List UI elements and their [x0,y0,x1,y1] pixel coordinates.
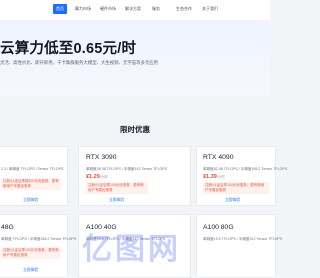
card-gpu-name: RTX 3090 [86,154,117,161]
card-spec: 单精度82.58 TFLOPS / 半精度165.2 Tensor TFLOPS [203,167,288,171]
card-coupon-note: 注册/认证后享100元优惠券，更有新用户专属优惠券 [86,182,148,194]
nav-item-hardware-market[interactable]: 硬件市场 [100,6,116,12]
card-gpu-name: 48G [1,224,14,231]
nav-item-home[interactable]: 首页 [53,4,67,14]
deal-card-a100-80g[interactable]: A100 80G 单精度19.5 TFLOPS / 半精度312 Tensor … [196,214,282,278]
top-nav: 首页 算力市场 硬件市场 解决方案 服务 生态合作 关于我们 [0,0,270,21]
hero-title: 云算力低至0.65元/时 [0,41,137,57]
deals-title: 限时优惠 [120,125,150,134]
card-spec: 单精度 TFLOPS / 半精度165.2 Tensor TFLOPS [1,237,77,241]
nav-item-about[interactable]: 关于我们 [202,6,218,12]
try-now-button[interactable]: 立即体验 [225,198,240,203]
nav-item-solutions[interactable]: 解决方案 [125,6,141,12]
try-now-button[interactable]: 立即体验 [109,198,124,203]
deal-card-4[interactable]: 48G 单精度 TFLOPS / 半精度165.2 Tensor TFLOPS … [0,214,76,278]
card-price: ¥1.39/小时 [203,174,225,180]
card-gpu-name: A100 80G [203,224,234,231]
deal-card-1[interactable]: 2.3 / 单精度 TFLOPS / Tensor TFLOPS 注册/认证后享… [0,146,68,206]
card-coupon-note: 注册/认证后享100元优惠券，更有新用户专属优惠券 [203,182,269,194]
card-gpu-name: RTX 4090 [203,154,234,161]
watermark-logo: 亿图网 [82,233,181,266]
card-spec: 单精度35.58 TFLOPS / 半精度142 Tensor TFLOPS [86,167,168,171]
card-price: ¥1.29/小时 [86,174,108,180]
deal-card-rtx3090[interactable]: RTX 3090 单精度35.58 TFLOPS / 半精度142 Tensor… [78,146,191,206]
nav-item-compute-market[interactable]: 算力市场 [75,6,91,12]
card-coupon-note: 注册/认证后享超100元优惠券，更有新用户专属优惠券 [1,178,61,190]
card-coupon-note: 注册/认证后享100元优惠券，更有新用户专属优惠券 [1,247,61,259]
card-spec: 2.3 / 单精度 TFLOPS / Tensor TFLOPS [1,167,64,171]
try-now-button[interactable]: 立即体验 [23,268,38,273]
nav-item-ecosystem[interactable]: 生态合作 [176,6,192,12]
deal-card-rtx4090[interactable]: RTX 4090 单精度82.58 TFLOPS / 半精度165.2 Tens… [196,146,287,206]
nav-item-services[interactable]: 服务 [152,6,160,12]
try-now-button[interactable]: 立即体验 [23,198,38,203]
card-spec: 单精度19.5 TFLOPS / 半精度312 Tensor TFLOPS [203,237,283,241]
hero-banner [0,20,270,96]
hero-subtitle: 灵活、高性价比、即开即用，千卡集群服务大模型、大生视频、元宇宙等多元应用 [0,60,159,65]
